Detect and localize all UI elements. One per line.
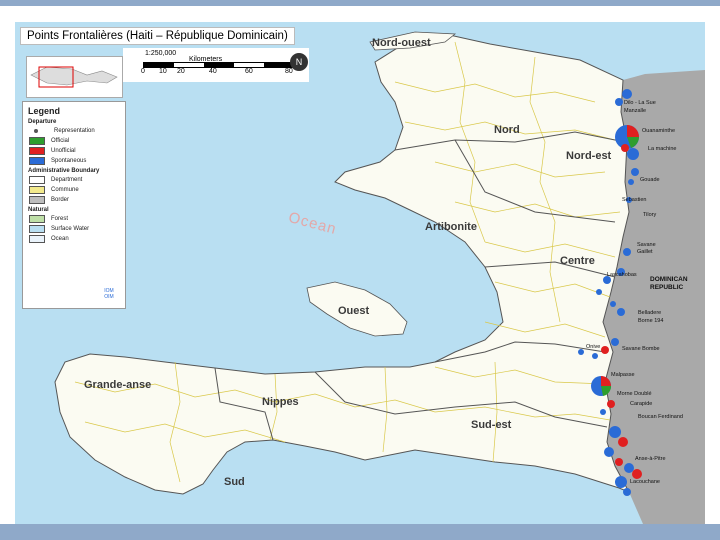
department-label: Nord bbox=[494, 124, 520, 136]
legend-swatch bbox=[29, 235, 45, 243]
crossing-point-label: Lacouchane bbox=[630, 479, 660, 485]
scale-tick-2: 20 bbox=[177, 68, 185, 75]
scale-tick-5: 80 bbox=[285, 68, 293, 75]
legend-item: Department bbox=[29, 176, 125, 184]
legend-item-label: Surface Water bbox=[51, 226, 90, 232]
crossing-point-label: Savane Gaillet bbox=[637, 242, 656, 255]
legend-swatch bbox=[29, 186, 45, 194]
legend-item-label: Ocean bbox=[51, 236, 69, 242]
crossing-point-label: Lascahobas bbox=[607, 272, 637, 278]
legend-item: Official bbox=[29, 137, 125, 145]
department-label: Nippes bbox=[262, 396, 299, 408]
crossing-point-label: Onive bbox=[586, 344, 601, 350]
department-label: Sud-est bbox=[471, 419, 512, 431]
legend-swatch bbox=[29, 225, 45, 233]
scale-tick-0: 0 bbox=[141, 68, 145, 75]
crossing-point-label: Ouanaminthe bbox=[642, 128, 676, 134]
legend-panel: Legend Departure Representation Official… bbox=[22, 101, 126, 309]
legend-item: Commune bbox=[29, 186, 125, 194]
department-label: Sud bbox=[224, 476, 245, 488]
scale-tick-3: 40 bbox=[209, 68, 217, 75]
legend-item-label: Representation bbox=[54, 128, 95, 134]
legend-item-label: Border bbox=[51, 197, 70, 203]
map-title: Points Frontalières (Haiti – République … bbox=[20, 27, 295, 45]
crossing-point-label: Anse-à-Pitre bbox=[635, 456, 666, 462]
legend-item: Border bbox=[29, 196, 125, 204]
crossing-point-label: Manzalle bbox=[624, 108, 647, 114]
legend-swatch bbox=[29, 196, 45, 204]
legend-item-label: Unofficial bbox=[51, 148, 76, 154]
legend-item: Ocean bbox=[29, 235, 125, 243]
legend-section-heading: Departure bbox=[28, 119, 57, 125]
crossing-point-label: Carapide bbox=[630, 401, 653, 407]
crossing-point-label: Savane Bombe bbox=[622, 346, 660, 352]
legend-swatch bbox=[29, 137, 45, 145]
scale-tick-1: 10 bbox=[159, 68, 167, 75]
department-label: Ouest bbox=[338, 305, 370, 317]
legend-item: Representation bbox=[29, 127, 125, 135]
legend-item: Surface Water bbox=[29, 225, 125, 233]
crossing-point-label: Malpasse bbox=[611, 372, 635, 378]
crossing-point-label: Sebastien bbox=[622, 197, 647, 203]
country-label: DOMINICAN REPUBLIC bbox=[650, 276, 688, 291]
crossing-point-label: Boucan Ferdinand bbox=[638, 414, 683, 420]
haiti-mainland bbox=[54, 33, 631, 495]
top-accent-bar bbox=[0, 0, 720, 6]
crossing-point-label: Tilory bbox=[643, 212, 657, 218]
scale-ratio: 1:250,000 bbox=[145, 50, 177, 57]
legend-item-label: Forest bbox=[51, 216, 69, 222]
legend-swatch bbox=[29, 176, 45, 184]
legend-item: Unofficial bbox=[29, 147, 125, 155]
department-label: Nord-est bbox=[566, 150, 612, 162]
locator-inset-map bbox=[26, 56, 123, 98]
department-label: Grande-anse bbox=[84, 379, 152, 391]
legend-item: Forest bbox=[29, 215, 125, 223]
bottom-accent-bar bbox=[0, 524, 720, 540]
crossing-point-label: La machine bbox=[648, 146, 677, 152]
legend-item-label: Department bbox=[51, 177, 83, 183]
legend-swatch bbox=[29, 147, 45, 155]
legend-title: Legend bbox=[28, 106, 61, 116]
crossing-point-label: Gouade bbox=[640, 177, 660, 183]
department-label: Centre bbox=[560, 255, 595, 267]
iom-logo-icon: IOM OIM bbox=[104, 288, 114, 300]
department-label: Nord-ouest bbox=[372, 37, 431, 49]
legend-section-heading: Administrative Boundary bbox=[28, 168, 100, 174]
crossing-point-label: Morne Doublé bbox=[617, 391, 652, 397]
department-label: Artibonite bbox=[425, 221, 477, 233]
legend-item-label: Official bbox=[51, 138, 70, 144]
legend-swatch bbox=[29, 157, 45, 165]
legend-swatch bbox=[29, 215, 45, 223]
legend-item-label: Commune bbox=[51, 187, 79, 193]
legend-item-label: Spontaneous bbox=[51, 158, 87, 164]
crossing-point-label: Belladere bbox=[638, 310, 662, 316]
crossing-point-label: Dilo - La Sue bbox=[624, 100, 656, 106]
legend-section-heading: Natural bbox=[28, 207, 49, 213]
scale-bar: 1:250,000 Kilometers 0 10 20 40 60 80 bbox=[123, 48, 309, 82]
crossing-point-label: Borne 194 bbox=[638, 318, 664, 324]
scale-tick-4: 60 bbox=[245, 68, 253, 75]
legend-item: Spontaneous bbox=[29, 157, 125, 165]
compass-icon: N bbox=[290, 53, 308, 71]
representation-dot-icon bbox=[34, 129, 38, 133]
